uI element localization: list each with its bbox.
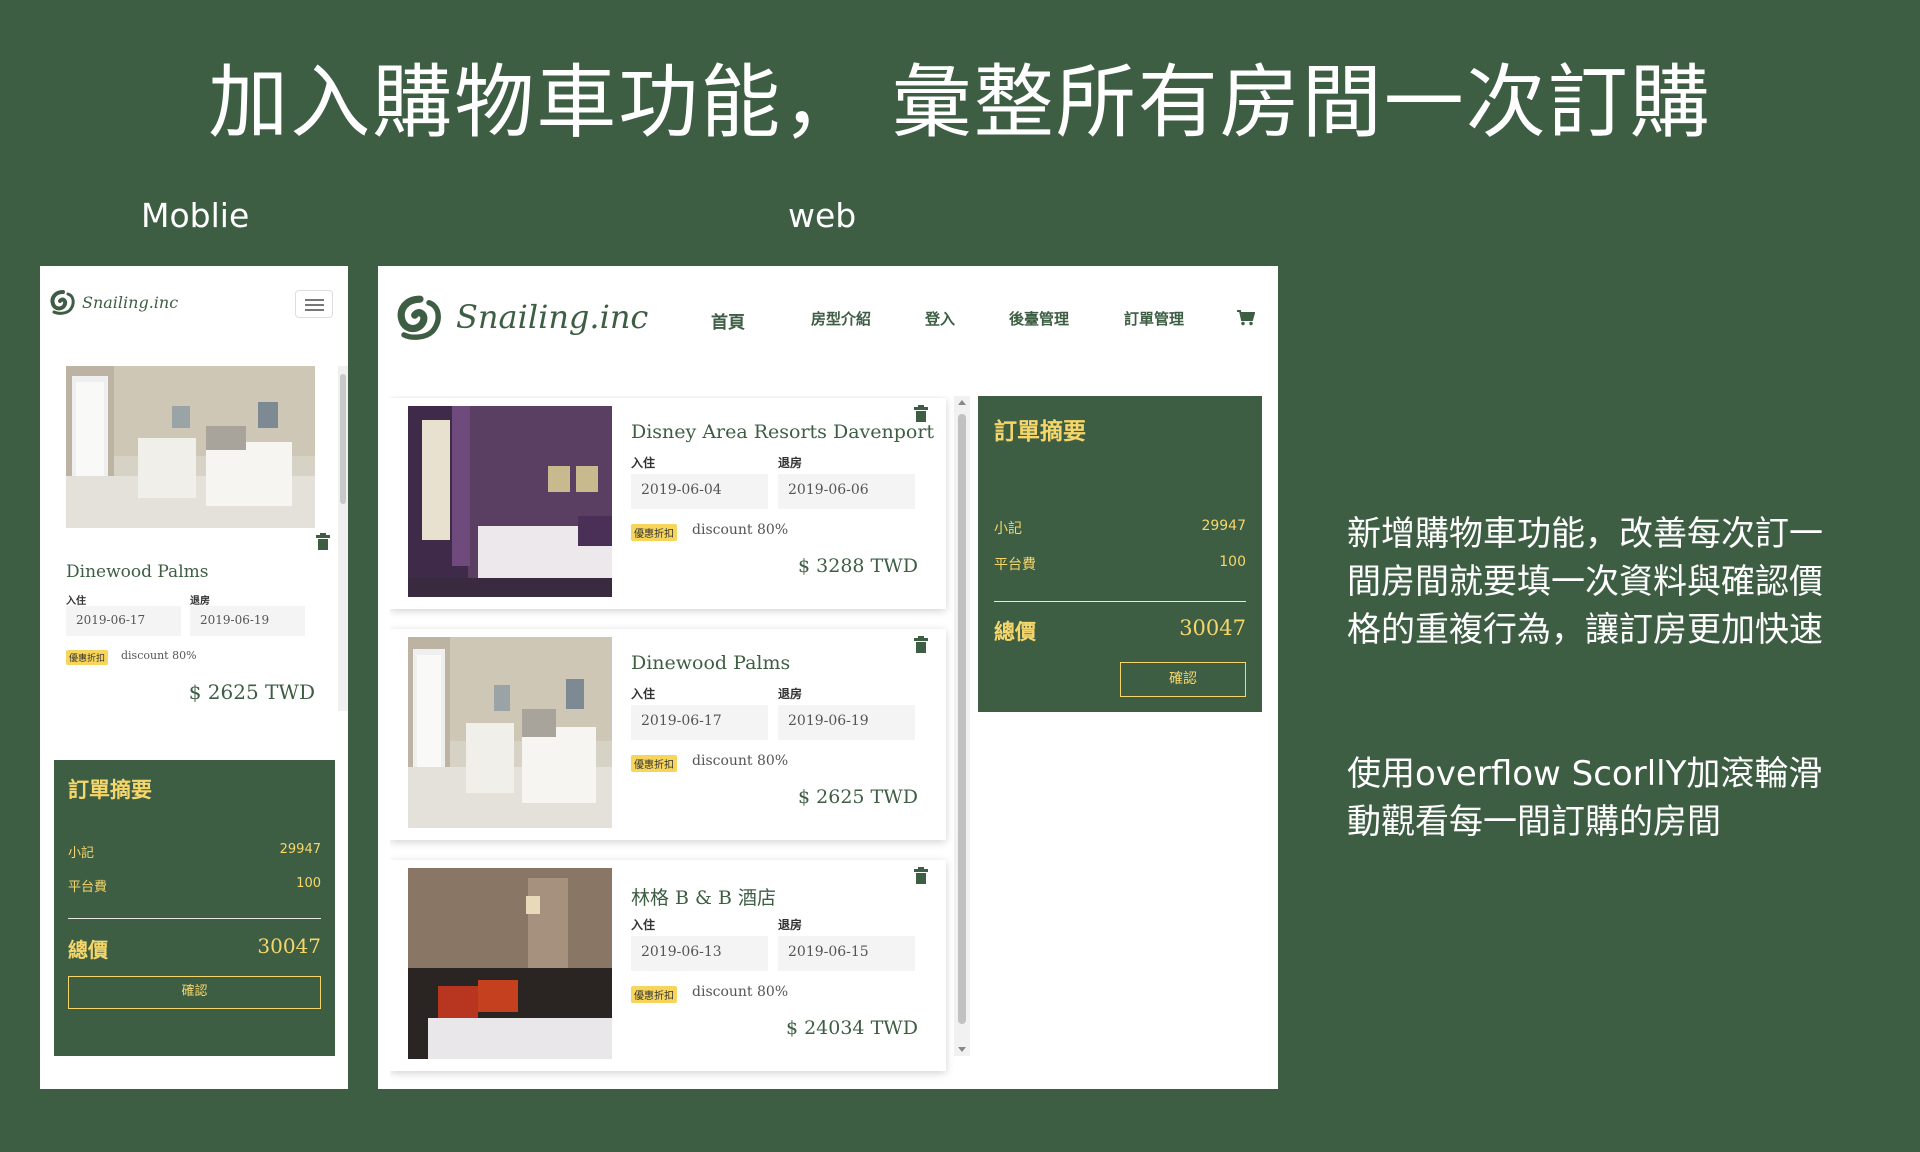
description-cart-feature: 新增購物車功能，改善每次訂一間房間就要填一次資料與確認價格的重複行為，讓訂房更加… <box>1347 514 1823 650</box>
mobile-order-summary: 訂單摘要 小記 29947 平台費 100 總價 30047 確認 <box>54 760 335 1056</box>
room-photo-dinewood <box>66 366 315 528</box>
web-order-summary: 訂單摘要 小記 29947 平台費 100 總價 30047 確認 <box>978 396 1262 712</box>
checkout-field[interactable]: 2019-06-06 <box>778 474 915 509</box>
checkout-label: 退房 <box>778 918 803 932</box>
delete-room-icon[interactable] <box>914 867 928 884</box>
cart-icon[interactable] <box>1237 310 1255 326</box>
summary-divider <box>68 918 321 919</box>
fee-value: 100 <box>296 876 321 891</box>
discount-text: discount 80% <box>692 522 789 538</box>
discount-badge: 優惠折扣 <box>631 986 677 1003</box>
checkin-field[interactable]: 2019-06-04 <box>631 474 768 509</box>
room-photo-davenport <box>408 406 612 597</box>
fee-label: 平台費 <box>68 880 108 895</box>
discount-badge: 優惠折扣 <box>66 650 109 665</box>
delete-room-icon[interactable] <box>914 405 928 422</box>
web-room-card: 林格 B & B 酒店 入住 退房 2019-06-13 2019-06-15 … <box>390 860 946 1071</box>
web-label: web <box>788 196 857 235</box>
discount-text: discount 80% <box>121 649 197 662</box>
room-price: $ 24034 TWD <box>785 1017 918 1039</box>
delete-room-icon[interactable] <box>316 533 330 550</box>
checkout-label: 退房 <box>190 596 210 607</box>
mobile-cart-list[interactable]: Dinewood Palms 入住 退房 2019-06-17 2019-06-… <box>40 366 348 711</box>
brand-logo[interactable]: Snailing.inc <box>48 288 178 316</box>
web-cart-list[interactable]: Disney Area Resorts Davenport 入住 退房 2019… <box>390 396 960 1089</box>
checkin-field[interactable]: 2019-06-13 <box>631 936 768 971</box>
web-room-card: Dinewood Palms 入住 退房 2019-06-17 2019-06-… <box>390 629 946 840</box>
room-price: $ 2625 TWD <box>798 786 918 808</box>
room-photo-linge <box>408 868 612 1059</box>
nav-login[interactable]: 登入 <box>925 308 955 329</box>
subtotal-value: 29947 <box>279 842 321 857</box>
summary-title: 訂單摘要 <box>994 418 1086 445</box>
room-name: Dinewood Palms <box>66 562 209 582</box>
nav-home[interactable]: 首頁 <box>711 308 745 333</box>
web-scrollbar[interactable] <box>954 396 970 1056</box>
total-value: 30047 <box>1179 616 1246 640</box>
subtotal-label: 小記 <box>68 846 95 861</box>
summary-divider <box>994 601 1246 602</box>
total-label: 總價 <box>68 938 108 962</box>
room-name: Dinewood Palms <box>631 652 791 674</box>
total-value: 30047 <box>257 934 321 958</box>
room-name: 林格 B & B 酒店 <box>631 887 776 909</box>
slide-title: 加入購物車功能， 彙整所有房間一次訂購 <box>208 56 1712 149</box>
delete-room-icon[interactable] <box>914 636 928 653</box>
checkin-label: 入住 <box>66 596 86 607</box>
snail-logo-icon <box>50 290 75 315</box>
room-name: Disney Area Resorts Davenport <box>631 421 935 443</box>
scroll-up-icon[interactable] <box>958 400 966 405</box>
checkin-label: 入住 <box>631 687 656 701</box>
fee-label: 平台費 <box>994 557 1036 573</box>
snail-logo-icon <box>397 295 441 340</box>
nav-admin[interactable]: 後臺管理 <box>1009 308 1069 329</box>
nav-orders[interactable]: 訂單管理 <box>1124 308 1184 329</box>
brand-name: Snailing.inc <box>82 292 179 312</box>
brand-logo-web[interactable]: Snailing.inc <box>392 292 648 342</box>
checkout-field[interactable]: 2019-06-15 <box>778 936 915 971</box>
room-price: $ 2625 TWD <box>188 680 315 704</box>
confirm-button[interactable]: 確認 <box>68 976 321 1009</box>
nav-rooms[interactable]: 房型介紹 <box>811 308 871 329</box>
checkin-label: 入住 <box>631 918 656 932</box>
checkout-label: 退房 <box>778 456 803 470</box>
total-label: 總價 <box>994 619 1036 644</box>
checkin-field[interactable]: 2019-06-17 <box>631 705 768 740</box>
scroll-thumb[interactable] <box>958 414 966 1024</box>
web-room-card: Disney Area Resorts Davenport 入住 退房 2019… <box>390 398 946 609</box>
discount-badge: 優惠折扣 <box>631 524 677 541</box>
discount-badge: 優惠折扣 <box>631 755 677 772</box>
discount-text: discount 80% <box>692 984 789 1000</box>
web-mockup: Snailing.inc 首頁 房型介紹 登入 後臺管理 訂單管理 Disney… <box>378 266 1278 1089</box>
fee-value: 100 <box>1219 554 1246 570</box>
checkin-label: 入住 <box>631 456 656 470</box>
mobile-label: Moblie <box>141 196 250 235</box>
summary-title: 訂單摘要 <box>68 777 152 802</box>
scroll-down-icon[interactable] <box>958 1047 966 1052</box>
checkout-label: 退房 <box>778 687 803 701</box>
checkin-field[interactable]: 2019-06-17 <box>66 606 181 636</box>
checkout-field[interactable]: 2019-06-19 <box>190 606 305 636</box>
subtotal-label: 小記 <box>994 521 1022 537</box>
checkout-field[interactable]: 2019-06-19 <box>778 705 915 740</box>
mobile-mockup: Snailing.inc Dinewood Palms 入住 退房 2019-0… <box>40 266 348 1089</box>
discount-text: discount 80% <box>692 753 789 769</box>
description-overflow: 使用overflow ScorllY加滾輪滑動觀看每一間訂購的房間 <box>1347 754 1823 842</box>
room-photo-dinewood <box>408 637 612 828</box>
mobile-header: Snailing.inc <box>40 266 348 346</box>
room-price: $ 3288 TWD <box>798 555 918 577</box>
brand-name: Snailing.inc <box>456 298 649 336</box>
mobile-room-card: Dinewood Palms 入住 退房 2019-06-17 2019-06-… <box>46 366 334 711</box>
confirm-button[interactable]: 確認 <box>1120 662 1246 697</box>
subtotal-value: 29947 <box>1201 518 1246 534</box>
mobile-scrollbar[interactable] <box>338 366 348 711</box>
hamburger-menu-icon[interactable] <box>295 290 333 318</box>
